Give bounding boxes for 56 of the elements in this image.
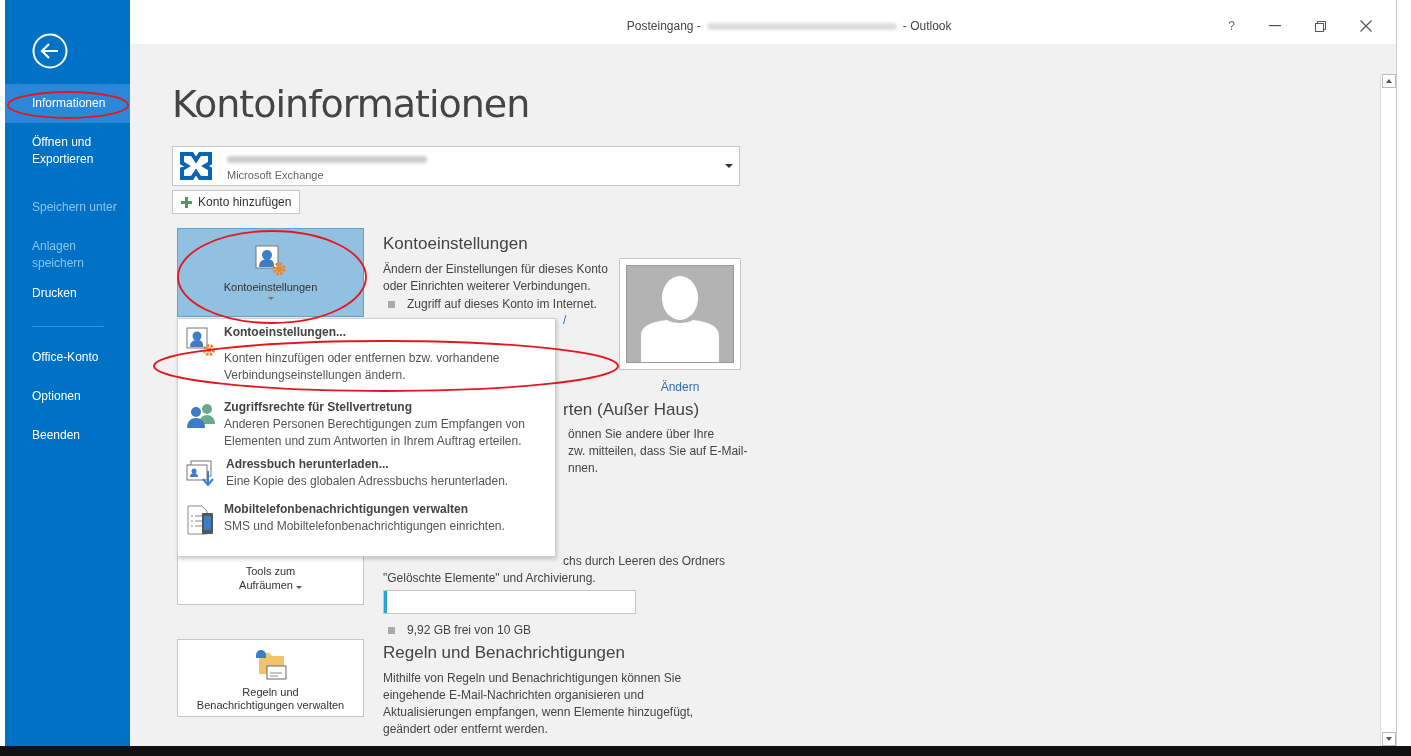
section-description: Ändern der Einstellungen für dieses Konto oder Einrichten weiterer Verbindungen.	[383, 261, 609, 295]
bullet-text: 9,92 GB frei von 10 GB	[407, 622, 532, 639]
restore-icon[interactable]	[1315, 20, 1326, 32]
window-title: - Outlook	[902, 19, 952, 33]
section-description: nnen.	[567, 460, 600, 477]
sidebar-item[interactable]: Optionen	[5, 377, 130, 416]
caret-icon	[725, 164, 733, 168]
menu-item-title: Zugriffsrechte für Stellvertretung	[224, 399, 414, 416]
menu-item-description: Eine Kopie des globalen Adressbuchs herunterladen.	[226, 473, 509, 490]
section-heading: rten (Außer Haus)	[563, 400, 701, 420]
phone-list-icon	[186, 504, 216, 536]
bullet-icon	[388, 627, 395, 634]
page-title: Kontoinformationen	[172, 82, 531, 126]
help-button[interactable]: ?	[1228, 19, 1235, 33]
menu-item-title: Adressbuch herunterladen...	[226, 456, 390, 473]
bullet-icon	[388, 301, 395, 308]
section-description: chs durch Leeren des Ordners	[562, 553, 726, 570]
account-type: Microsoft Exchange	[227, 168, 325, 181]
section-description: zw. mitteilen, dass Sie auf E-Mail-	[567, 443, 748, 460]
section-heading: Regeln und Benachrichtigungen	[383, 643, 626, 663]
menu-item[interactable]: Kontoeinstellungen... Konten hinzufügen oder entfernen bzw. vorhandene Verbindungseinstellungen ändern.	[178, 324, 555, 384]
minimize-icon[interactable]	[1269, 25, 1281, 27]
bullet-text: Zugriff auf dieses Konto im Internet.	[407, 296, 597, 313]
account-dropdown[interactable]: Microsoft Exchange	[172, 146, 740, 186]
two-people-icon	[186, 402, 216, 428]
window-title: Posteingang -	[626, 19, 701, 33]
sidebar-item[interactable]: Beenden	[5, 416, 130, 455]
menu-item-title: Mobiltelefonbenachrichtigungen verwalten	[224, 501, 470, 518]
menu-item-description: Konten hinzufügen oder entfernen bzw. vorhandene Verbindungseinstellungen ändern.	[224, 350, 501, 384]
sidebar-item[interactable]: Drucken	[5, 274, 130, 313]
scroll-up-icon[interactable]	[1381, 74, 1396, 88]
account-settings-button[interactable]: Kontoeinstellungen	[177, 228, 364, 317]
scroll-down-icon[interactable]	[1381, 732, 1396, 746]
section-description: Mithilfe von Regeln und Benachrichtigungen können Sie eingehende E-Mail-Nachrichten organisieren und Aktualisierungen empfangen, wenn Elemente hinzugefügt, geändert oder entfernt werden.	[383, 670, 695, 738]
caret-icon	[295, 586, 302, 589]
change-photo-link[interactable]: Ändern	[660, 380, 700, 394]
section-description: önnen Sie andere über Ihre	[567, 426, 716, 443]
close-icon[interactable]	[1360, 20, 1372, 32]
menu-item[interactable]: Adressbuch herunterladen... Eine Kopie des globalen Adressbuchs herunterladen.	[178, 456, 555, 490]
sidebar-item[interactable]: Office-Konto	[5, 338, 130, 377]
menu-item-description: Anderen Personen Berechtigungen zum Empfangen von Elementen und zum Antworten in Ihrem Auftrag erteilen.	[224, 416, 526, 450]
section-heading: Kontoeinstellungen	[383, 234, 529, 254]
plus-icon	[181, 196, 192, 208]
caret-icon	[267, 297, 274, 300]
scrollbar[interactable]	[1380, 74, 1396, 746]
sidebar-item[interactable]: Informationen	[5, 84, 130, 123]
menu-item[interactable]: Zugriffsrechte für Stellvertretung Anderen Personen Berechtigungen zum Empfangen von Elementen und zum Antworten in Ihrem Auftrag erteilen.	[178, 399, 555, 450]
person-gear-icon	[254, 245, 287, 277]
exchange-logo-icon	[179, 151, 213, 181]
person-gear-icon	[186, 327, 216, 357]
sidebar-item[interactable]: Öffnen und Exportieren	[5, 123, 130, 179]
rules-button[interactable]: Regeln und Benachrichtigungen verwalten	[177, 639, 364, 717]
menu-item-title: Kontoeinstellungen...	[224, 324, 347, 341]
add-account-button[interactable]: Konto hinzufügen	[172, 190, 301, 214]
section-description: "Gelöschte Elemente" und Archivierung.	[383, 570, 597, 587]
link[interactable]: /	[563, 313, 567, 327]
